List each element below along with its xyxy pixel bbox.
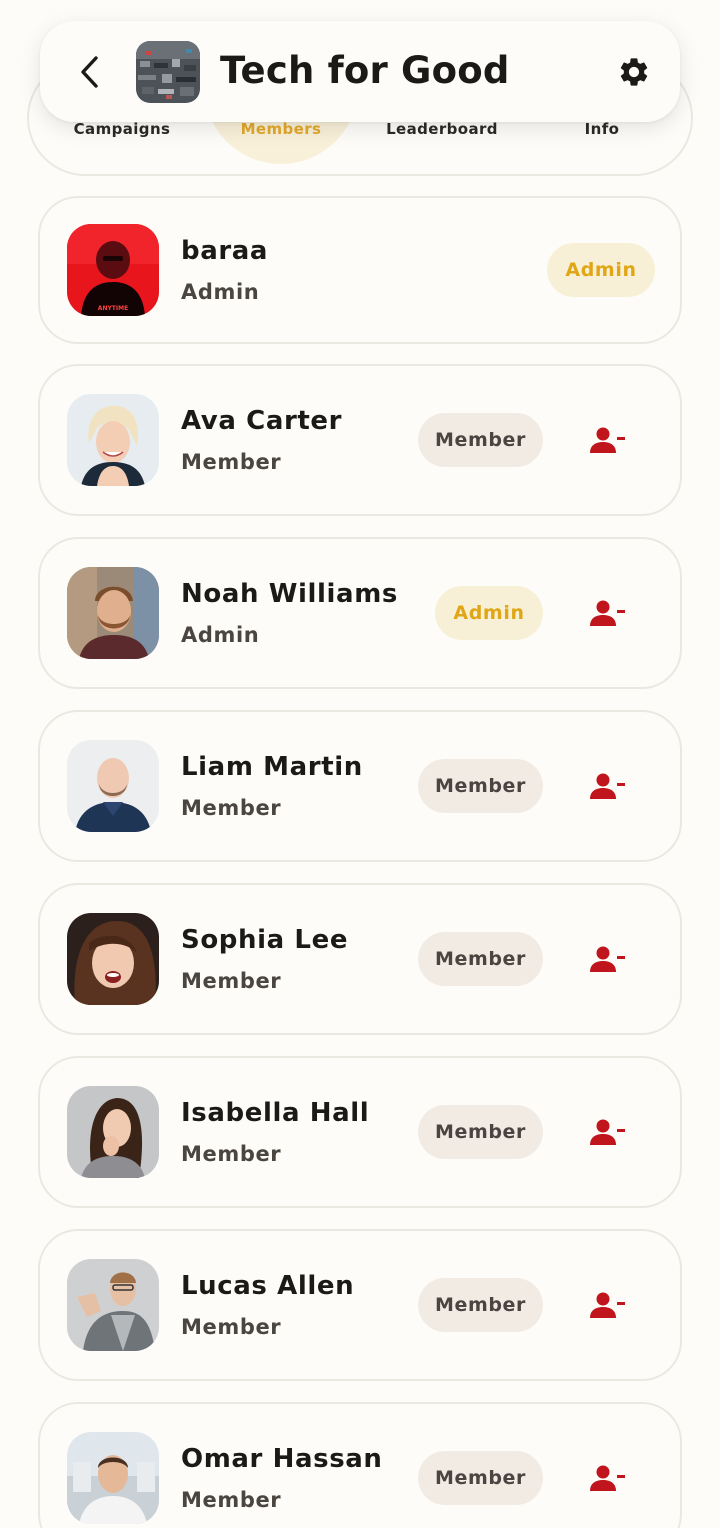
role-badge: Member (418, 932, 543, 986)
member-name: Liam Martin (181, 752, 363, 782)
member-name: baraa (181, 236, 269, 266)
member-name: Ava Carter (181, 406, 343, 436)
remove-member-button[interactable] (588, 943, 628, 975)
role-badge: Member (418, 759, 543, 813)
member-card[interactable]: Sophia Lee Member Member (38, 883, 682, 1035)
person-remove-icon (590, 773, 625, 799)
member-role: Admin (181, 623, 260, 647)
remove-member-button[interactable] (588, 770, 628, 802)
avatar (67, 1259, 159, 1351)
member-name: Lucas Allen (181, 1271, 355, 1301)
settings-button[interactable] (616, 54, 652, 90)
remove-member-button[interactable] (588, 597, 628, 629)
role-badge: Member (418, 1278, 543, 1332)
person-remove-icon (590, 1465, 625, 1491)
avatar (67, 567, 159, 659)
svg-text:ANYTIME: ANYTIME (98, 305, 128, 312)
member-role: Member (181, 796, 282, 820)
member-card[interactable]: ANYTIME baraa Admin Admin (38, 196, 682, 344)
member-role: Member (181, 1315, 282, 1339)
back-button[interactable] (70, 51, 110, 93)
role-badge: Member (418, 1451, 543, 1505)
header-card: Tech for Good (40, 21, 680, 122)
member-role: Member (181, 1488, 282, 1512)
member-role: Member (181, 1142, 282, 1166)
remove-member-button[interactable] (588, 424, 628, 456)
member-name: Noah Williams (181, 579, 398, 609)
member-card[interactable]: Lucas Allen Member Member (38, 1229, 682, 1381)
member-name: Omar Hassan (181, 1444, 383, 1474)
member-list: ANYTIME baraa Admin Admin Ava Carter Mem (38, 196, 682, 1528)
member-name: Sophia Lee (181, 925, 349, 955)
group-thumbnail (136, 41, 200, 103)
person-remove-icon (590, 1119, 625, 1145)
member-card[interactable]: Noah Williams Admin Admin (38, 537, 682, 689)
role-badge: Admin (435, 586, 543, 640)
person-remove-icon (590, 946, 625, 972)
person-remove-icon (590, 427, 625, 453)
page-title: Tech for Good (220, 49, 510, 92)
member-role: Member (181, 450, 282, 474)
member-card[interactable]: Liam Martin Member Member (38, 710, 682, 862)
person-remove-icon (590, 600, 625, 626)
avatar (67, 913, 159, 1005)
member-role: Member (181, 969, 282, 993)
avatar (67, 394, 159, 486)
member-card[interactable]: Omar Hassan Member Member (38, 1402, 682, 1528)
role-badge: Member (418, 413, 543, 467)
chevron-left-icon (81, 56, 98, 88)
role-badge: Admin (547, 243, 655, 297)
remove-member-button[interactable] (588, 1289, 628, 1321)
role-badge: Member (418, 1105, 543, 1159)
remove-member-button[interactable] (588, 1462, 628, 1494)
group-members-screen: Campaigns Members Leaderboard Info Tech … (0, 0, 720, 1528)
member-role: Admin (181, 280, 260, 304)
avatar (67, 1432, 159, 1524)
avatar (67, 740, 159, 832)
member-card[interactable]: Isabella Hall Member Member (38, 1056, 682, 1208)
member-name: Isabella Hall (181, 1098, 370, 1128)
avatar: ANYTIME (67, 224, 159, 316)
gear-icon (620, 58, 648, 86)
member-card[interactable]: Ava Carter Member Member (38, 364, 682, 516)
remove-member-button[interactable] (588, 1116, 628, 1148)
avatar (67, 1086, 159, 1178)
person-remove-icon (590, 1292, 625, 1318)
